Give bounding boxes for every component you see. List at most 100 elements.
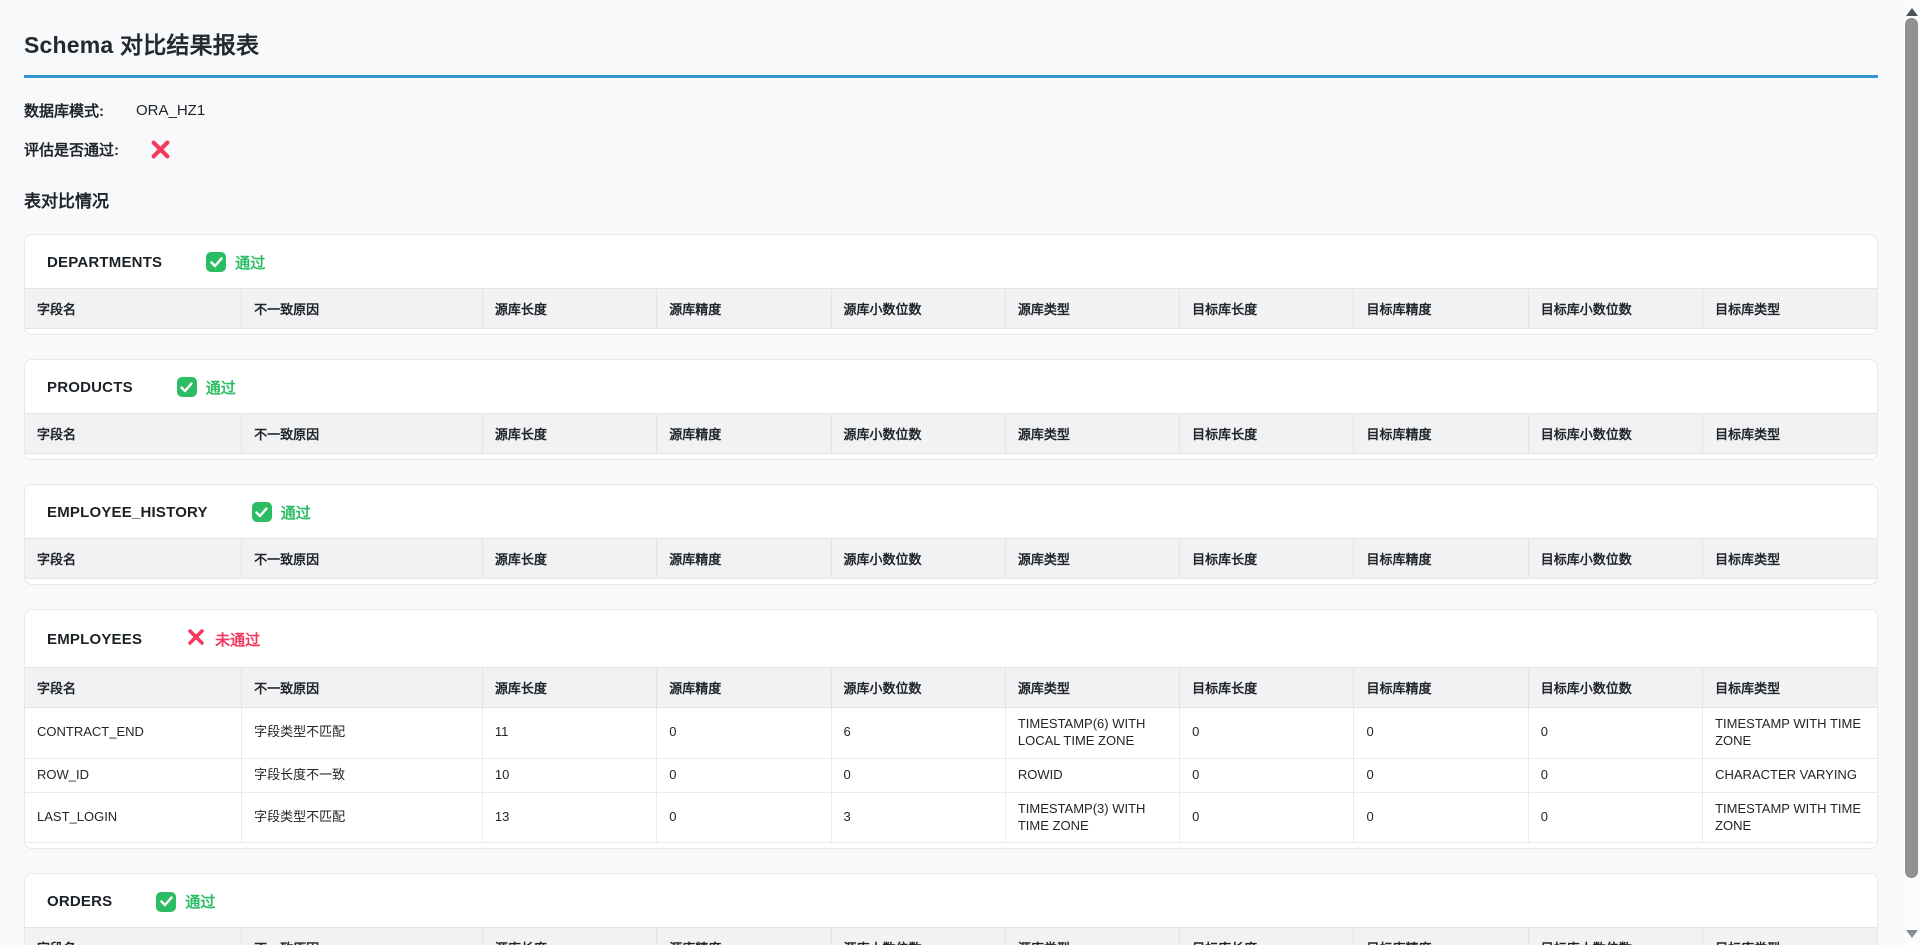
column-header: 目标库长度 xyxy=(1180,668,1354,708)
x-icon xyxy=(186,627,206,647)
table-cell: 0 xyxy=(1354,758,1528,792)
column-header: 目标库小数位数 xyxy=(1528,928,1702,945)
column-header: 字段名 xyxy=(25,668,242,708)
column-header: 目标库长度 xyxy=(1180,414,1354,454)
table-cell: 11 xyxy=(482,708,656,759)
column-header: 不一致原因 xyxy=(242,668,483,708)
section-title: 表对比情况 xyxy=(24,187,1878,212)
comparison-table-header-row: 字段名不一致原因源库长度源库精度源库小数位数源库类型目标库长度目标库精度目标库小… xyxy=(25,928,1877,945)
table-name: ORDERS xyxy=(47,893,112,910)
column-header: 源库长度 xyxy=(482,289,656,329)
table-cell: 0 xyxy=(1528,758,1702,792)
column-header: 源库小数位数 xyxy=(831,539,1005,579)
column-header: 源库小数位数 xyxy=(831,668,1005,708)
table-cell: CONTRACT_END xyxy=(25,708,242,759)
table-cell: TIMESTAMP WITH TIME ZONE xyxy=(1703,792,1877,843)
column-header: 目标库类型 xyxy=(1703,289,1877,329)
table-cell: 0 xyxy=(657,708,831,759)
column-header: 源库长度 xyxy=(482,539,656,579)
check-icon xyxy=(156,892,176,912)
overall-result-row: 评估是否通过: xyxy=(24,137,1878,161)
status-badge: 通过 xyxy=(252,502,311,523)
table-card: ORDERS 通过 字段名不一致原因源库长度源库精度源库小数位数源库类型目标库长… xyxy=(24,873,1878,945)
table-cell: 0 xyxy=(1354,708,1528,759)
table-row: ROW_ID字段长度不一致1000ROWID000CHARACTER VARYI… xyxy=(25,758,1877,792)
table-card-header: PRODUCTS 通过 xyxy=(25,360,1877,413)
column-header: 源库类型 xyxy=(1005,539,1179,579)
table-cell: 0 xyxy=(831,758,1005,792)
table-cell: 3 xyxy=(831,792,1005,843)
table-card-header: DEPARTMENTS 通过 xyxy=(25,235,1877,288)
table-cell: CHARACTER VARYING xyxy=(1703,758,1877,792)
overall-result-label: 评估是否通过: xyxy=(24,139,119,160)
column-header: 源库类型 xyxy=(1005,668,1179,708)
column-header: 目标库小数位数 xyxy=(1528,289,1702,329)
table-card: DEPARTMENTS 通过 字段名不一致原因源库长度源库精度源库小数位数源库类… xyxy=(24,234,1878,335)
column-header: 字段名 xyxy=(25,928,242,945)
column-header: 目标库长度 xyxy=(1180,289,1354,329)
column-header: 目标库精度 xyxy=(1354,668,1528,708)
table-name: PRODUCTS xyxy=(47,379,133,396)
column-header: 不一致原因 xyxy=(242,289,483,329)
status-text: 通过 xyxy=(206,377,236,398)
column-header: 不一致原因 xyxy=(242,928,483,945)
column-header: 不一致原因 xyxy=(242,414,483,454)
check-icon xyxy=(252,502,272,522)
table-cell: 字段类型不匹配 xyxy=(242,792,483,843)
status-text: 未通过 xyxy=(215,629,260,650)
comparison-table: 字段名不一致原因源库长度源库精度源库小数位数源库类型目标库长度目标库精度目标库小… xyxy=(25,927,1877,945)
column-header: 源库小数位数 xyxy=(831,289,1005,329)
comparison-table-header-row: 字段名不一致原因源库长度源库精度源库小数位数源库类型目标库长度目标库精度目标库小… xyxy=(25,289,1877,329)
table-cell: 0 xyxy=(1180,708,1354,759)
status-icon-slot xyxy=(156,892,176,913)
table-cell: 0 xyxy=(657,758,831,792)
table-cell: TIMESTAMP(6) WITH LOCAL TIME ZONE xyxy=(1005,708,1179,759)
column-header: 目标库类型 xyxy=(1703,539,1877,579)
column-header: 源库类型 xyxy=(1005,928,1179,945)
check-icon xyxy=(177,377,197,397)
schema-info-row: 数据库模式: ORA_HZ1 xyxy=(24,98,1878,122)
chevron-up-icon[interactable] xyxy=(1906,8,1918,16)
column-header: 字段名 xyxy=(25,539,242,579)
status-icon-slot xyxy=(206,252,226,273)
comparison-table-header-row: 字段名不一致原因源库长度源库精度源库小数位数源库类型目标库长度目标库精度目标库小… xyxy=(25,539,1877,579)
table-cell: TIMESTAMP WITH TIME ZONE xyxy=(1703,708,1877,759)
table-cell: LAST_LOGIN xyxy=(25,792,242,843)
status-badge: 未通过 xyxy=(186,627,260,652)
status-badge: 通过 xyxy=(156,891,215,912)
column-header: 源库长度 xyxy=(482,414,656,454)
table-cell: 10 xyxy=(482,758,656,792)
column-header: 目标库类型 xyxy=(1703,928,1877,945)
table-name: EMPLOYEE_HISTORY xyxy=(47,504,208,521)
chevron-down-icon[interactable] xyxy=(1906,930,1918,938)
column-header: 源库类型 xyxy=(1005,289,1179,329)
column-header: 不一致原因 xyxy=(242,539,483,579)
column-header: 目标库小数位数 xyxy=(1528,414,1702,454)
column-header: 源库长度 xyxy=(482,928,656,945)
table-cell: ROWID xyxy=(1005,758,1179,792)
column-header: 源库精度 xyxy=(657,668,831,708)
status-icon-slot xyxy=(252,502,272,523)
table-card: PRODUCTS 通过 字段名不一致原因源库长度源库精度源库小数位数源库类型目标… xyxy=(24,359,1878,460)
column-header: 目标库精度 xyxy=(1354,414,1528,454)
scrollbar-thumb[interactable] xyxy=(1905,18,1918,878)
table-cell: 字段类型不匹配 xyxy=(242,708,483,759)
table-name: EMPLOYEES xyxy=(47,631,142,648)
x-icon xyxy=(149,138,172,161)
comparison-table-header-row: 字段名不一致原因源库长度源库精度源库小数位数源库类型目标库长度目标库精度目标库小… xyxy=(25,668,1877,708)
vertical-scrollbar[interactable] xyxy=(1903,0,1920,945)
table-cell: 13 xyxy=(482,792,656,843)
column-header: 源库精度 xyxy=(657,928,831,945)
column-header: 源库精度 xyxy=(657,539,831,579)
column-header: 源库长度 xyxy=(482,668,656,708)
status-icon-slot xyxy=(177,377,197,398)
column-header: 源库小数位数 xyxy=(831,414,1005,454)
table-cell: 6 xyxy=(831,708,1005,759)
column-header: 目标库类型 xyxy=(1703,668,1877,708)
status-badge: 通过 xyxy=(206,252,265,273)
column-header: 目标库小数位数 xyxy=(1528,668,1702,708)
status-text: 通过 xyxy=(281,502,311,523)
column-header: 字段名 xyxy=(25,289,242,329)
comparison-table: 字段名不一致原因源库长度源库精度源库小数位数源库类型目标库长度目标库精度目标库小… xyxy=(25,538,1877,579)
column-header: 源库小数位数 xyxy=(831,928,1005,945)
